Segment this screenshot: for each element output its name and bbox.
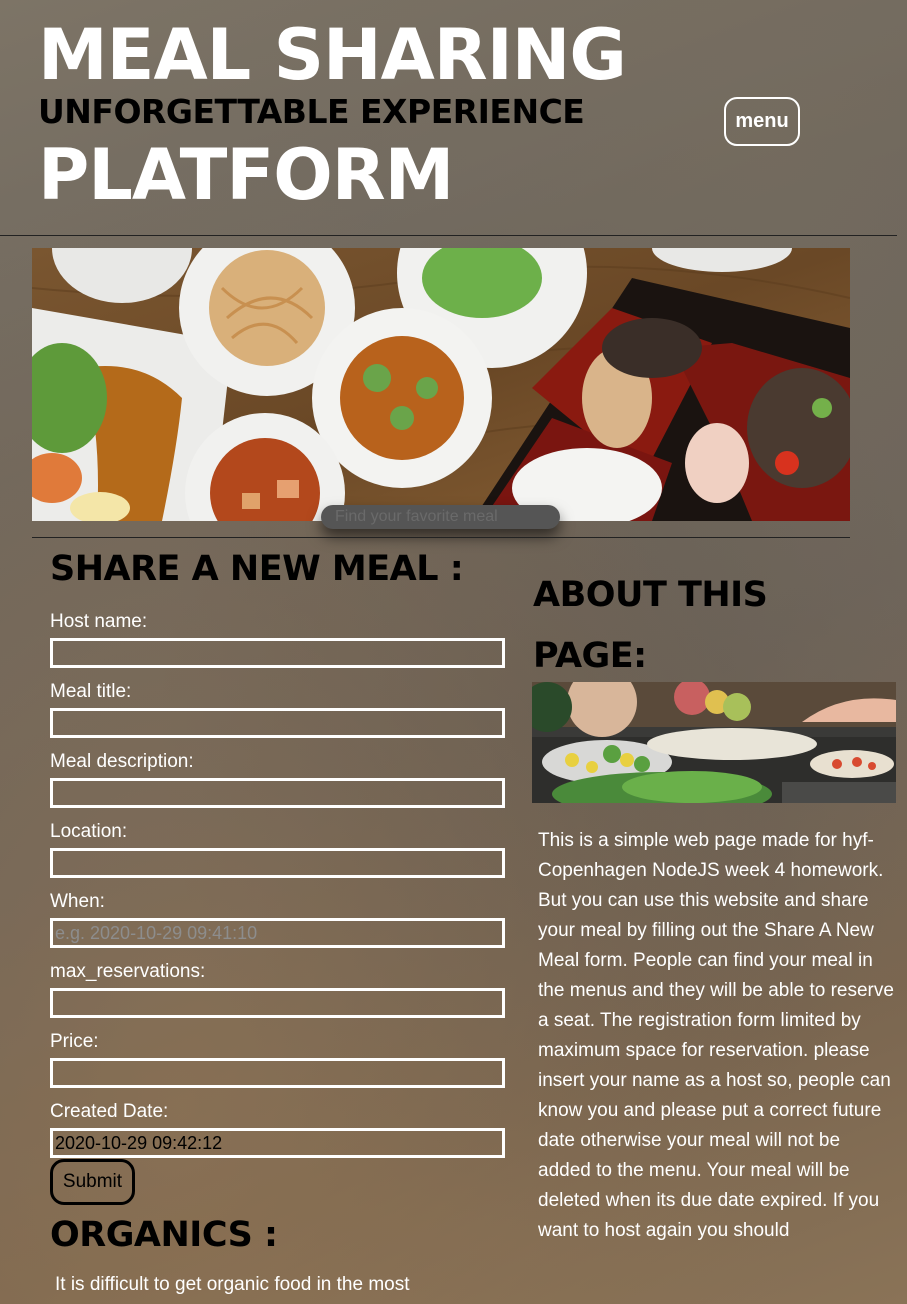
share-meal-heading: SHARE A NEW MEAL : <box>50 549 464 589</box>
meal-description-input[interactable] <box>50 778 505 808</box>
meal-description-label: Meal description: <box>50 751 194 772</box>
section-divider <box>32 537 850 538</box>
site-title-line1: MEAL SHARING <box>38 14 627 96</box>
search-input[interactable] <box>321 505 560 529</box>
meal-title-field-group: Meal title: <box>50 680 506 750</box>
location-input[interactable] <box>50 848 505 878</box>
organics-heading: ORGANICS : <box>50 1215 278 1255</box>
host-name-label: Host name: <box>50 611 148 632</box>
site-subtitle: UNFORGETTABLE EXPERIENCE <box>38 92 585 131</box>
price-label: Price: <box>50 1031 99 1052</box>
created-date-input[interactable] <box>50 1128 505 1158</box>
submit-button[interactable]: Submit <box>50 1159 135 1205</box>
about-buffet-image <box>532 682 896 803</box>
max-reservations-label: max_reservations: <box>50 961 206 982</box>
header-divider <box>0 235 897 236</box>
about-description: This is a simple web page made for hyf-C… <box>538 830 894 1241</box>
meal-title-label: Meal title: <box>50 681 132 702</box>
price-field-group: Price: <box>50 1030 506 1100</box>
when-field-group: When: <box>50 890 506 960</box>
share-meal-form: Host name: Meal title: Meal description:… <box>50 610 506 1170</box>
max-reservations-field-group: max_reservations: <box>50 960 506 1030</box>
organics-text: It is difficult to get organic food in t… <box>55 1274 410 1295</box>
max-reservations-input[interactable] <box>50 988 505 1018</box>
when-label: When: <box>50 891 105 912</box>
created-date-label: Created Date: <box>50 1101 169 1122</box>
location-label: Location: <box>50 821 128 842</box>
location-field-group: Location: <box>50 820 506 890</box>
when-input[interactable] <box>50 918 505 948</box>
site-title-line3: PLATFORM <box>38 134 454 216</box>
hero-food-image <box>32 248 850 521</box>
site-header: MEAL SHARING UNFORGETTABLE EXPERIENCE PL… <box>0 0 907 236</box>
host-name-field-group: Host name: <box>50 610 506 680</box>
host-name-input[interactable] <box>50 638 505 668</box>
price-input[interactable] <box>50 1058 505 1088</box>
about-heading: ABOUT THIS PAGE: <box>533 575 768 676</box>
menu-button[interactable]: menu <box>724 97 800 146</box>
meal-description-field-group: Meal description: <box>50 750 506 820</box>
meal-title-input[interactable] <box>50 708 505 738</box>
